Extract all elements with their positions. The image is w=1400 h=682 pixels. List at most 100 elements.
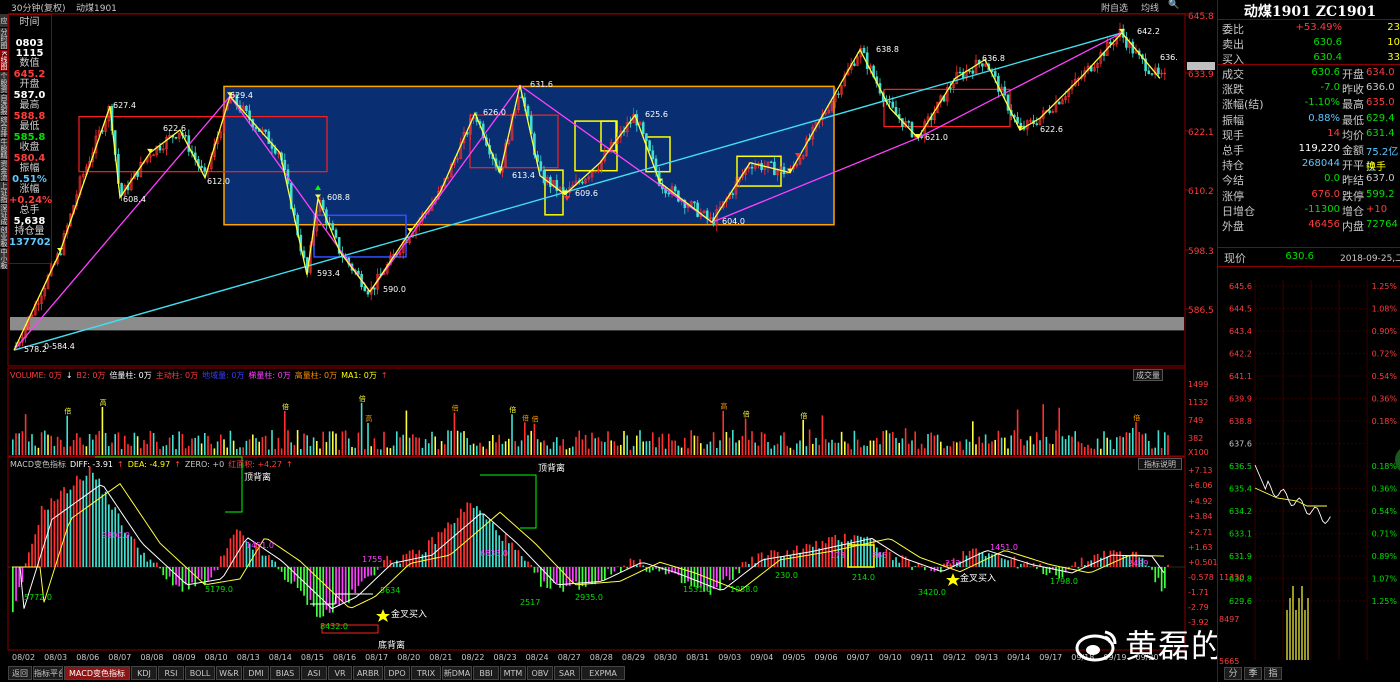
candle-body bbox=[760, 163, 763, 170]
macd-tick: -1.71 bbox=[1188, 588, 1209, 597]
indicator-tab[interactable]: RSI bbox=[158, 666, 184, 680]
volume-bar bbox=[837, 442, 840, 455]
indicator-tab[interactable]: DMI bbox=[243, 666, 269, 680]
volume-bar bbox=[437, 449, 440, 455]
indicator-tab[interactable]: OBV bbox=[527, 666, 553, 680]
volume-bar bbox=[684, 437, 686, 455]
indicator-tab[interactable]: DPO bbox=[384, 666, 410, 680]
volume-bar bbox=[104, 432, 107, 455]
volume-bar bbox=[444, 444, 446, 455]
volume-bar bbox=[335, 433, 337, 455]
indicator-help-button[interactable]: 指标说明 bbox=[1138, 458, 1182, 470]
kline-chart[interactable]: 645.8 633.9 622.1 610.2 598.3 586.5 627.4 622.6… bbox=[0, 0, 1400, 682]
quote-row-volume: 33 bbox=[1387, 52, 1400, 63]
macd-bar bbox=[184, 567, 187, 585]
volume-bar bbox=[248, 439, 251, 455]
candle-body bbox=[184, 135, 187, 137]
volume-bar bbox=[984, 434, 987, 455]
macd-tick: +4.92 bbox=[1188, 497, 1213, 506]
volume-bar bbox=[114, 434, 116, 455]
volume-bar bbox=[28, 441, 30, 455]
indicator-tab[interactable]: BIAS bbox=[270, 666, 300, 680]
volume-bar bbox=[780, 435, 782, 455]
mini-price-tick: 645.6 bbox=[1229, 282, 1252, 291]
macd-bar bbox=[191, 567, 193, 583]
volume-bar bbox=[72, 439, 75, 455]
date-tick: 08/09 bbox=[173, 653, 196, 662]
macd-bar bbox=[719, 567, 721, 590]
macd-bar bbox=[1004, 559, 1006, 567]
volume-marker: 高 bbox=[100, 398, 107, 407]
volume-bar bbox=[1157, 430, 1160, 455]
volume-bar bbox=[204, 432, 206, 455]
volume-bar bbox=[85, 446, 88, 455]
candle-body bbox=[561, 187, 565, 191]
divergence-line-2 bbox=[480, 474, 537, 529]
macd-bar bbox=[629, 558, 632, 567]
price-label: 642.2 bbox=[1137, 27, 1160, 36]
macd-bar bbox=[728, 567, 731, 581]
indicator-tab[interactable]: VR bbox=[328, 666, 352, 680]
macd-bar bbox=[824, 543, 827, 567]
macd-bar bbox=[216, 567, 219, 570]
indicator-tab[interactable]: BBI bbox=[473, 666, 499, 680]
indicator-tab[interactable]: SAR bbox=[554, 666, 580, 680]
volume-bar bbox=[149, 430, 152, 455]
indicator-tab[interactable]: BOLL bbox=[185, 666, 215, 680]
volume-bar bbox=[1039, 440, 1041, 455]
volume-bar bbox=[776, 443, 779, 455]
macd-bar bbox=[50, 498, 53, 567]
current-price-marker bbox=[1187, 62, 1215, 70]
indicator-tab[interactable]: W&R bbox=[216, 666, 242, 680]
candle-body bbox=[693, 201, 696, 204]
volume-bar bbox=[143, 440, 145, 455]
volume-bar bbox=[239, 447, 241, 455]
volume-bar bbox=[591, 432, 593, 455]
macd-bar bbox=[1074, 561, 1077, 567]
indicator-tab[interactable]: MTM bbox=[500, 666, 526, 680]
indicator-tab[interactable]: MACD变色指标 bbox=[64, 666, 130, 680]
indicator-tab[interactable]: ASI bbox=[301, 666, 327, 680]
volume-bar bbox=[31, 434, 33, 455]
volume-bar bbox=[226, 447, 228, 455]
macd-bar bbox=[85, 475, 88, 567]
volume-bar bbox=[453, 412, 456, 455]
volume-bar bbox=[63, 446, 65, 455]
macd-bar bbox=[360, 567, 363, 582]
mini-price-tick: 629.6 bbox=[1229, 597, 1252, 606]
macd-bar bbox=[232, 534, 235, 567]
volume-bar bbox=[485, 448, 488, 455]
candle-body bbox=[1157, 67, 1160, 75]
volume-bars: 倍高倍倍高倍 倍倍 倍高倍倍倍 bbox=[12, 394, 1169, 455]
volume-bar bbox=[338, 449, 340, 455]
price-label: 627.4 bbox=[113, 101, 136, 110]
indicator-tab[interactable]: ARBR bbox=[353, 666, 383, 680]
macd-bar bbox=[780, 556, 782, 567]
mini-vol-tick: 8497 bbox=[1219, 615, 1239, 624]
price-label: 625.6 bbox=[645, 110, 668, 119]
date-tick: 08/22 bbox=[461, 653, 484, 662]
indicator-tab[interactable]: 新DMA bbox=[442, 666, 472, 680]
volume-bar bbox=[280, 448, 283, 455]
macd-bar bbox=[453, 523, 456, 567]
quote-row-volume: 23 bbox=[1387, 22, 1400, 33]
indicator-tab[interactable]: EXPMA bbox=[581, 666, 625, 680]
volume-bar bbox=[136, 436, 139, 455]
quote-grid-value2: +10 bbox=[1366, 203, 1388, 215]
volume-button[interactable]: 成交量 bbox=[1133, 369, 1163, 381]
indicator-tab[interactable]: 指标平台 bbox=[33, 666, 63, 680]
indicator-tab[interactable]: KDJ bbox=[131, 666, 157, 680]
macd-value-label: 5772.0 bbox=[24, 593, 52, 602]
volume-bar bbox=[293, 445, 296, 455]
volume-bar bbox=[1125, 432, 1128, 455]
volume-bar bbox=[140, 448, 142, 455]
volume-bar bbox=[220, 434, 222, 455]
volume-bar bbox=[693, 435, 696, 455]
candle-body bbox=[59, 253, 63, 255]
volume-bar bbox=[802, 419, 804, 455]
macd-bar bbox=[204, 567, 206, 586]
macd-bar bbox=[165, 567, 168, 580]
indicator-tab[interactable]: 返回 bbox=[8, 666, 32, 680]
intraday-mini-chart[interactable]: 645.6 1.25% 644.5 1.08% 643.4 0.90% 642.2 0.72%… bbox=[1217, 270, 1400, 670]
indicator-tab[interactable]: TRIX bbox=[411, 666, 441, 680]
